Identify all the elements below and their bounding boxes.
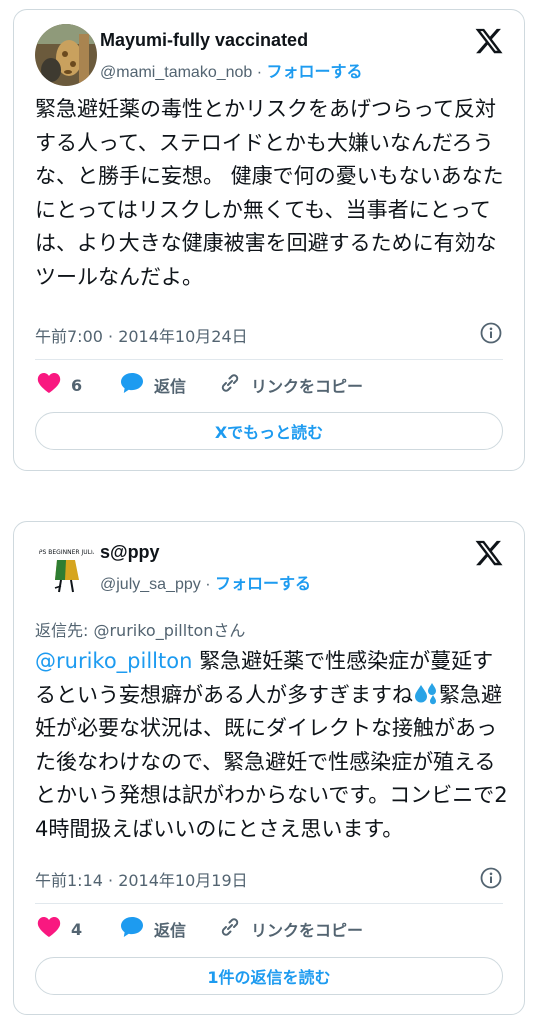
separator-dot: · <box>205 576 211 593</box>
like-button[interactable]: 6 <box>37 370 82 400</box>
reply-button[interactable]: 返信 <box>120 914 186 944</box>
x-logo-icon[interactable] <box>474 538 504 568</box>
divider <box>35 903 503 904</box>
svg-text:FPS BEGINNER JULIE: FPS BEGINNER JULIE <box>35 549 96 556</box>
read-replies-button[interactable]: 1件の返信を読む <box>35 957 503 995</box>
avatar[interactable] <box>35 24 97 86</box>
handle-line: @mami_tamako_nob · フォローする <box>100 58 363 82</box>
link-icon <box>219 372 241 398</box>
copy-link-label: リンクをコピー <box>251 377 364 396</box>
user-handle[interactable]: @mami_tamako_nob <box>100 64 252 81</box>
sweat-droplets-icon <box>413 682 439 704</box>
avatar[interactable]: FPS BEGINNER JULIE <box>35 536 97 598</box>
follow-link[interactable]: フォローする <box>215 576 311 593</box>
copy-link-label: リンクをコピー <box>251 921 364 940</box>
action-bar: 6 返信 リンクをコピー <box>35 370 503 400</box>
speech-bubble-icon <box>120 916 144 942</box>
tweet-text: @ruriko_pillton 緊急避妊薬で性感染症が蔓延するという妄想癖がある… <box>35 645 510 846</box>
display-name[interactable]: s@ppy <box>100 542 160 563</box>
copy-link-button[interactable]: リンクをコピー <box>219 914 363 944</box>
timestamp[interactable]: 午前7:00 · 2014年10月24日 <box>35 323 248 347</box>
beginner-mark-avatar-image: FPS BEGINNER JULIE <box>35 536 97 598</box>
link-icon <box>219 916 241 942</box>
tweet-card: Mayumi-fully vaccinated @mami_tamako_nob… <box>13 9 525 471</box>
info-icon[interactable] <box>480 322 502 344</box>
reply-label: 返信 <box>154 921 187 940</box>
like-count: 4 <box>71 919 83 939</box>
giraffe-avatar-image <box>35 24 97 86</box>
heart-icon <box>37 372 61 398</box>
reply-button[interactable]: 返信 <box>120 370 186 400</box>
mention-link[interactable]: @ruriko_pillton <box>35 649 192 673</box>
user-handle[interactable]: @july_sa_ppy <box>100 576 201 593</box>
info-icon[interactable] <box>480 867 502 889</box>
handle-line: @july_sa_ppy · フォローする <box>100 570 311 594</box>
tweet-text: 緊急避妊薬の毒性とかリスクをあげつらって反対する人って、ステロイドとかも大嫌いな… <box>35 97 504 289</box>
reply-label: 返信 <box>154 377 187 396</box>
copy-link-button[interactable]: リンクをコピー <box>219 370 363 400</box>
heart-icon <box>37 916 61 942</box>
x-logo-icon[interactable] <box>474 26 504 56</box>
tweet-card: FPS BEGINNER JULIE s@ppy @july_sa_ppy · … <box>13 521 525 1015</box>
separator-dot: · <box>256 64 263 81</box>
follow-link[interactable]: フォローする <box>267 64 363 81</box>
display-name[interactable]: Mayumi-fully vaccinated <box>100 30 308 51</box>
speech-bubble-icon <box>120 372 144 398</box>
like-button[interactable]: 4 <box>37 914 82 944</box>
divider <box>35 359 503 360</box>
reply-to-line[interactable]: 返信先: @ruriko_pilltonさん <box>35 617 245 641</box>
action-bar: 4 返信 リンクをコピー <box>35 914 503 944</box>
like-count: 6 <box>71 375 83 395</box>
timestamp[interactable]: 午前1:14 · 2014年10月19日 <box>35 867 248 891</box>
read-more-button[interactable]: Xでもっと読む <box>35 412 503 450</box>
